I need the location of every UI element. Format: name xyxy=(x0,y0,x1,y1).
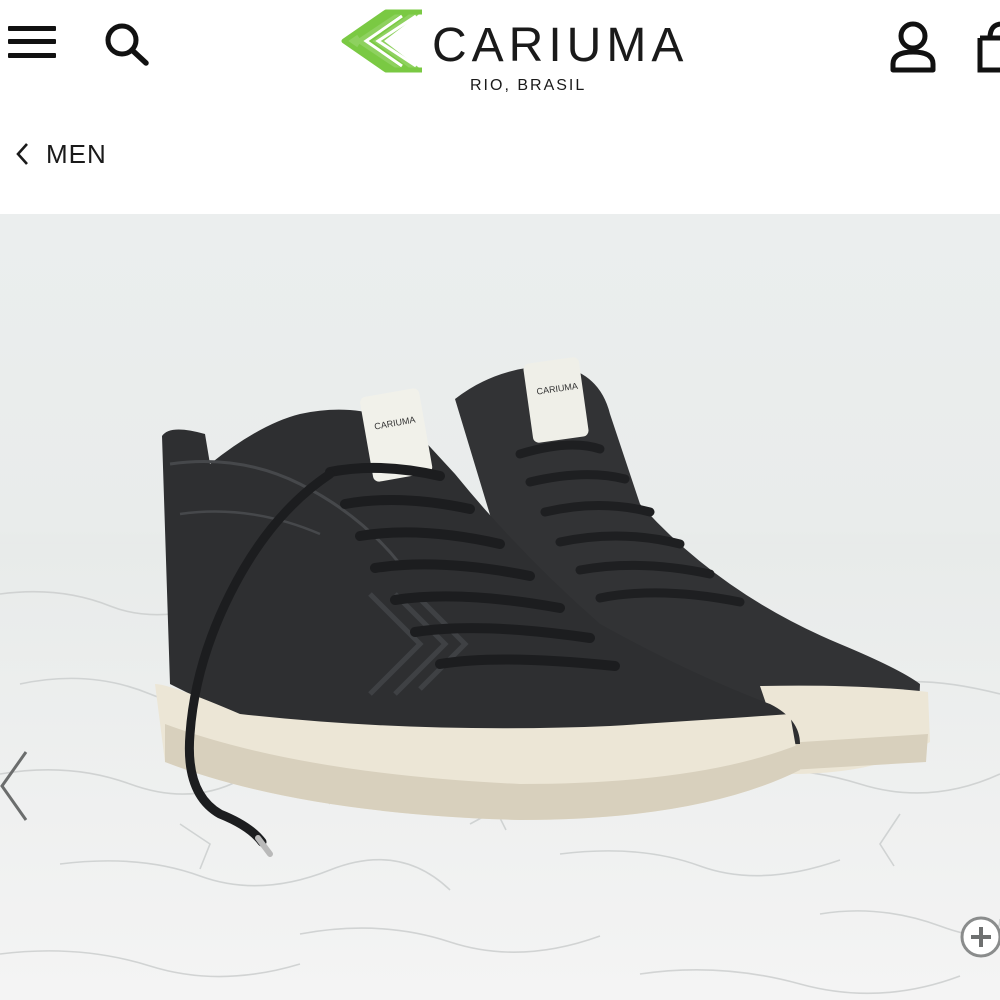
previous-image-button[interactable] xyxy=(0,744,36,824)
brand-logo-link[interactable]: CARIUMA RIO, BRASIL xyxy=(338,8,698,98)
site-header: CARIUMA RIO, BRASIL xyxy=(0,0,1000,100)
product-image-gallery[interactable]: CARIUMA CARIUMA xyxy=(0,214,1000,1000)
leaf-logo-icon xyxy=(341,9,422,73)
shopping-bag-icon[interactable] xyxy=(970,20,1000,76)
brand-subtitle: RIO, BRASIL xyxy=(470,77,587,94)
chevron-left-icon xyxy=(16,143,28,165)
user-icon[interactable] xyxy=(886,20,940,76)
product-image: CARIUMA CARIUMA xyxy=(0,357,1000,1000)
breadcrumb-label: MEN xyxy=(46,138,107,169)
chevron-left-icon xyxy=(0,751,28,821)
zoom-in-icon[interactable] xyxy=(958,914,1000,960)
brand-name: CARIUMA xyxy=(432,19,689,72)
hamburger-menu-icon[interactable] xyxy=(6,22,58,62)
search-icon[interactable] xyxy=(100,18,154,68)
breadcrumb-back-link[interactable]: MEN xyxy=(14,134,107,174)
